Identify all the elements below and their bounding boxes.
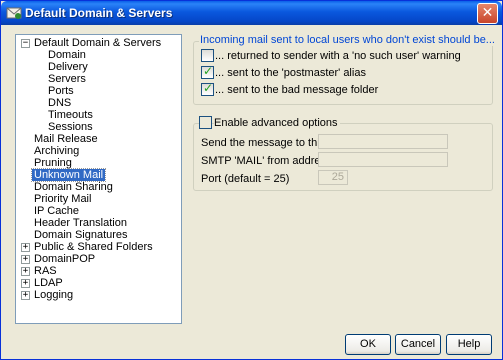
tree-item-header-translation[interactable]: Header Translation — [32, 217, 129, 229]
tree-item-label: Servers — [48, 73, 86, 85]
smtp-from-input[interactable] — [318, 152, 448, 167]
tree-item-ldap[interactable]: LDAP — [32, 277, 65, 289]
tree-item-sessions[interactable]: Sessions — [46, 121, 95, 133]
tree-item-label: Domain Sharing — [34, 181, 113, 193]
tree-item-default-domain-servers[interactable]: Default Domain & Servers — [32, 37, 163, 49]
title-bar[interactable]: Default Domain & Servers ✕ — [1, 1, 502, 25]
tree-item-domain-signatures[interactable]: Domain Signatures — [32, 229, 130, 241]
tree-item-domainpop[interactable]: DomainPOP — [32, 253, 97, 265]
tree-item-label: Header Translation — [34, 217, 127, 229]
enable-advanced-checkbox[interactable] — [199, 116, 212, 129]
tree-item-label: Unknown Mail — [30, 168, 107, 182]
tree-item-label: Timeouts — [48, 109, 93, 121]
expand-icon[interactable]: + — [21, 243, 30, 252]
smtp-from-label: SMTP 'MAIL' from address — [201, 155, 332, 167]
host-input[interactable] — [318, 134, 448, 149]
tree-item-label: Default Domain & Servers — [34, 37, 162, 49]
tree-item-label: Public & Shared Folders — [34, 241, 153, 253]
expand-icon[interactable]: + — [21, 291, 30, 300]
tree-item-public-shared-folders[interactable]: Public & Shared Folders — [32, 241, 155, 253]
collapse-icon[interactable]: − — [21, 39, 30, 48]
tree-item-label: DNS — [48, 97, 72, 109]
tree-item-priority-mail[interactable]: Priority Mail — [32, 193, 93, 205]
bad-message-folder-checkbox[interactable]: ✓ — [201, 81, 214, 96]
tree-item-label: Domain — [48, 49, 86, 61]
tree-item-archiving[interactable]: Archiving — [32, 145, 81, 157]
postmaster-alias-label[interactable]: ... sent to the 'postmaster' alias — [215, 67, 366, 79]
tree-item-ports[interactable]: Ports — [46, 85, 76, 97]
tree-item-label: Delivery — [48, 61, 88, 73]
tree-item-pruning[interactable]: Pruning — [32, 157, 74, 169]
enable-advanced-label[interactable]: Enable advanced options — [214, 117, 340, 129]
tree-item-label: Sessions — [48, 121, 93, 133]
tree-item-mail-release[interactable]: Mail Release — [32, 133, 100, 145]
tree-item-dns[interactable]: DNS — [46, 97, 73, 109]
window-title: Default Domain & Servers — [25, 6, 173, 20]
tree-item-unknown-mail[interactable]: Unknown Mail — [30, 168, 107, 182]
ok-button[interactable]: OK — [345, 334, 391, 355]
tree-item-label: IP Cache — [34, 205, 80, 217]
tree-item-label: DomainPOP — [34, 253, 96, 265]
dialog-window: Default Domain & Servers ✕ − Default Dom… — [0, 0, 503, 360]
postmaster-alias-checkbox[interactable]: ✓ — [201, 64, 214, 79]
close-button[interactable]: ✕ — [477, 3, 498, 24]
port-input[interactable]: 25 — [318, 170, 348, 185]
expand-icon[interactable]: + — [21, 267, 30, 276]
tree-item-label: Archiving — [34, 145, 80, 157]
tree-item-logging[interactable]: Logging — [32, 289, 75, 301]
tree-item-timeouts[interactable]: Timeouts — [46, 109, 95, 121]
tree-item-label: Pruning — [34, 157, 72, 169]
port-label: Port (default = 25) — [201, 173, 290, 185]
tree-item-delivery[interactable]: Delivery — [46, 61, 90, 73]
bad-message-folder-label[interactable]: ... sent to the bad message folder — [215, 84, 378, 96]
tree-item-label: RAS — [34, 265, 57, 277]
expand-icon[interactable]: + — [21, 279, 30, 288]
tree-item-label: Ports — [48, 85, 74, 97]
expand-icon[interactable]: + — [21, 255, 30, 264]
envelope-app-icon — [6, 7, 22, 19]
return-to-sender-label[interactable]: ... returned to sender with a 'no such u… — [215, 50, 461, 62]
tree-item-label: Priority Mail — [34, 193, 92, 205]
tree-item-ip-cache[interactable]: IP Cache — [32, 205, 81, 217]
return-to-sender-checkbox[interactable] — [201, 49, 214, 62]
checkmark-icon: ✓ — [203, 81, 214, 95]
incoming-mail-heading: Incoming mail sent to local users who do… — [199, 34, 496, 46]
tree-item-label: LDAP — [34, 277, 63, 289]
tree-item-label: Logging — [34, 289, 74, 301]
cancel-button[interactable]: Cancel — [395, 334, 441, 355]
help-button[interactable]: Help — [446, 334, 492, 355]
tree-item-label: Domain Signatures — [34, 229, 128, 241]
tree-item-domain-sharing[interactable]: Domain Sharing — [32, 181, 115, 193]
navigation-tree[interactable]: − Default Domain & Servers Domain Delive… — [15, 34, 182, 324]
tree-item-label: Mail Release — [34, 133, 98, 145]
tree-item-domain[interactable]: Domain — [46, 49, 88, 61]
tree-item-servers[interactable]: Servers — [46, 73, 88, 85]
tree-item-ras[interactable]: RAS — [32, 265, 59, 277]
checkmark-icon: ✓ — [203, 64, 214, 78]
